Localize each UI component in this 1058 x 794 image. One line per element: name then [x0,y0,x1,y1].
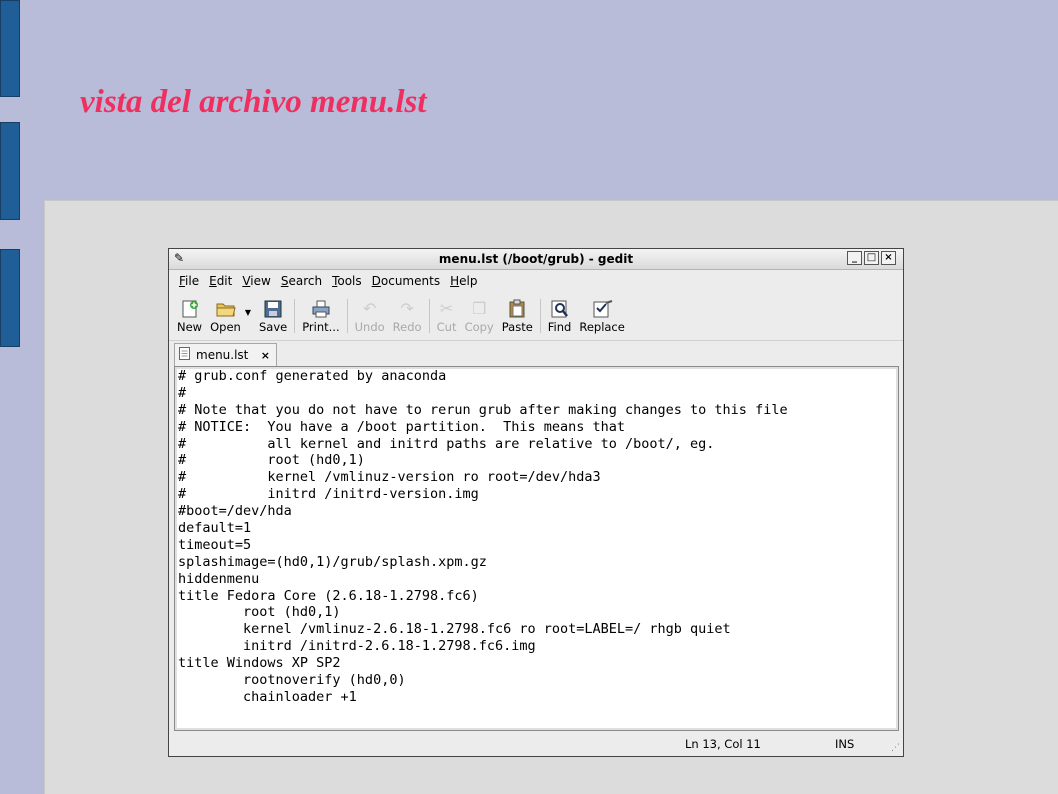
copy-icon: ❐ [471,299,487,318]
minimize-button[interactable]: _ [847,251,862,265]
redo-button[interactable]: ↷ Redo [393,292,422,334]
cut-button[interactable]: ✂ Cut [437,292,457,334]
tab-menu-lst[interactable]: menu.lst × [174,343,277,366]
clipboard-icon [507,299,527,319]
editor-line: hiddenmenu [178,570,260,587]
folder-icon [215,299,237,319]
editor-line: initrd /initrd-2.6.18-1.2798.fc6.img [178,638,536,655]
editor-line: # NOTICE: You have a /boot partition. Th… [178,418,626,435]
slide-title: vista del archivo menu.lst [80,84,427,120]
new-button[interactable]: New [177,292,202,334]
replace-button[interactable]: Replace [579,292,625,334]
editor-line: # grub.conf generated by anaconda [178,368,447,384]
editor-line: # kernel /vmlinuz-version ro root=/dev/h… [178,469,601,486]
editor-line: title Windows XP SP2 [178,655,341,672]
toolbar-separator [539,299,541,333]
replace-icon [592,299,613,319]
find-icon [550,299,570,319]
menu-file[interactable]: File [179,274,199,288]
find-button[interactable]: Find [548,292,571,334]
menu-help[interactable]: Help [450,274,477,288]
toolbar-separator [428,299,430,333]
editor-line: default=1 [178,520,252,537]
toolbar-separator [346,299,348,333]
editor-line: # initrd /initrd-version.img [178,486,479,503]
document-icon [179,347,191,363]
gedit-window: ✎ menu.lst (/boot/grub) - gedit _ □ × Fi… [168,248,904,757]
undo-icon: ↶ [362,299,377,318]
editor-line: rootnoverify (hd0,0) [178,672,406,689]
cursor-position: Ln 13, Col 11 [685,737,761,751]
print-button[interactable]: Print... [302,292,340,334]
side-bar-2 [0,122,20,220]
menu-bar: File Edit View Search Tools Documents He… [169,270,903,292]
editor-lines: # grub.conf generated by anaconda # # Note… [175,367,898,706]
save-icon [263,299,283,319]
maximize-button[interactable]: □ [864,251,879,265]
undo-button[interactable]: ↶ Undo [355,292,385,334]
tab-close-icon[interactable]: × [261,349,270,362]
editor-line: timeout=5 [178,536,252,553]
resize-grip-icon[interactable]: ⋰ [891,743,900,753]
printer-icon [311,299,331,319]
menu-documents[interactable]: Documents [372,274,440,288]
open-recent-dropdown[interactable]: ▼ [245,292,251,317]
open-button[interactable]: Open [210,292,241,334]
editor-line: # [178,384,187,401]
redo-icon: ↷ [400,299,414,318]
editor-line: # all kernel and initrd paths are relati… [178,435,715,452]
editor-line: title Fedora Core (2.6.18-1.2798.fc6) [178,587,479,604]
side-bar-1 [0,0,20,97]
insert-mode: INS [835,737,855,751]
side-bar-3 [0,249,20,347]
editor-line: # root (hd0,1) [178,452,365,469]
window-title: menu.lst (/boot/grub) - gedit [438,252,634,266]
copy-button[interactable]: ❐ Copy [465,292,494,334]
toolbar-separator [294,299,296,333]
paste-button[interactable]: Paste [502,292,533,334]
editor-line: splashimage=(hd0,1)/grub/splash.xpm.gz [178,553,487,570]
text-editor[interactable]: # grub.conf generated by anaconda # # Note… [174,366,899,731]
editor-line: kernel /vmlinuz-2.6.18-1.2798.fc6 ro roo… [178,621,731,638]
status-bar: Ln 13, Col 11 INS ⋰ [169,732,903,756]
new-document-icon [180,299,200,319]
menu-edit[interactable]: Edit [209,274,232,288]
close-button[interactable]: × [881,251,896,265]
title-bar: ✎ menu.lst (/boot/grub) - gedit _ □ × [169,249,903,270]
scissors-icon: ✂ [439,299,454,318]
menu-search[interactable]: Search [281,274,322,288]
editor-line: chainloader +1 [178,688,357,705]
document-tab-row: menu.lst × [169,341,903,366]
save-button[interactable]: Save [259,292,287,334]
editor-line: #boot=/dev/hda [178,503,292,520]
menu-view[interactable]: View [242,274,270,288]
toolbar: New Open ▼ Save Print... ↶ Undo ↷ Redo ✂… [169,292,903,341]
menu-tools[interactable]: Tools [332,274,362,288]
editor-line: # Note that you do not have to rerun gru… [178,401,788,418]
editor-line: root (hd0,1) [178,604,341,621]
